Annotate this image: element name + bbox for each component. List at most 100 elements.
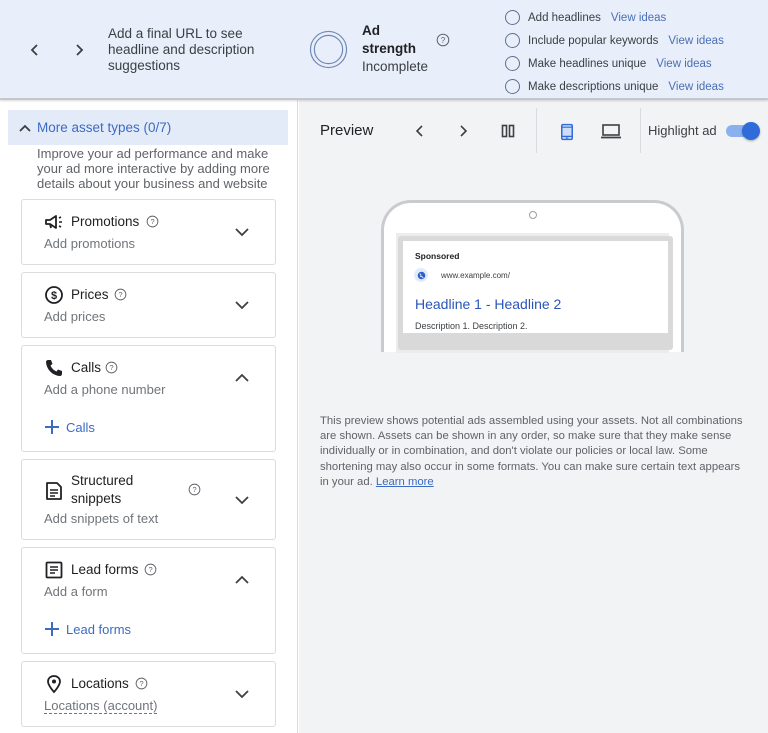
card-title: Structured snippets xyxy=(71,473,134,506)
locations-account-link[interactable]: Locations (account) xyxy=(44,698,158,714)
card-subtitle: Add a form xyxy=(44,584,108,599)
svg-text:?: ? xyxy=(192,485,196,494)
previous-suggestion-button[interactable] xyxy=(25,38,45,62)
help-icon[interactable]: ? xyxy=(436,33,450,47)
help-icon[interactable]: ? xyxy=(146,215,159,228)
asset-card-calls: Calls ? Add a phone number Calls xyxy=(21,345,276,452)
learn-more-link[interactable]: Learn more xyxy=(376,476,434,488)
asset-card-prices: $ Prices ? Add prices xyxy=(21,272,276,338)
document-icon xyxy=(46,482,62,500)
add-calls-button[interactable]: Calls xyxy=(43,418,95,436)
view-ideas-link[interactable]: View ideas xyxy=(656,58,711,70)
help-icon[interactable]: ? xyxy=(188,483,201,496)
chevron-up-icon[interactable] xyxy=(232,368,252,388)
checklist-item: Add headlines View ideas xyxy=(505,6,724,29)
chevron-left-icon xyxy=(415,125,423,137)
checklist-label: Make descriptions unique xyxy=(528,80,659,93)
phone-icon xyxy=(46,360,62,376)
form-icon xyxy=(45,561,63,579)
toggle-knob xyxy=(742,122,760,140)
help-icon[interactable]: ? xyxy=(144,563,157,576)
desktop-view-button[interactable] xyxy=(598,120,624,142)
checklist-item: Make headlines unique View ideas xyxy=(505,52,724,75)
ad-strength-bar: Add a final URL to see headline and desc… xyxy=(0,0,768,100)
chevron-down-icon[interactable] xyxy=(232,490,252,510)
columns-icon xyxy=(501,124,515,138)
card-title: Lead forms xyxy=(71,562,139,577)
checklist-label: Make headlines unique xyxy=(528,57,647,70)
next-preview-button[interactable] xyxy=(451,120,475,142)
ad-headline[interactable]: Headline 1 - Headline 2 xyxy=(415,296,561,312)
add-lead-forms-label: Lead forms xyxy=(66,621,132,637)
card-subtitle: Add prices xyxy=(44,309,106,324)
add-calls-label: Calls xyxy=(66,419,95,435)
preview-disclaimer: This preview shows potential ads assembl… xyxy=(320,414,750,490)
unchecked-circle-icon xyxy=(505,56,520,71)
plus-icon xyxy=(45,420,59,434)
ad-strength-status: Incomplete xyxy=(362,59,429,74)
help-icon[interactable]: ? xyxy=(135,677,148,690)
chevron-up-icon xyxy=(19,124,31,132)
ad-strength-title: Ad strength xyxy=(362,23,416,56)
ad-display-url: www.example.com/ xyxy=(441,271,510,280)
suggestion-message: Add a final URL to see headline and desc… xyxy=(108,26,255,73)
checklist-item: Make descriptions unique View ideas xyxy=(505,75,724,98)
help-icon[interactable]: ? xyxy=(105,361,118,374)
unchecked-circle-icon xyxy=(505,33,520,48)
ad-preview-card: Sponsored www.example.com/ Headline 1 - … xyxy=(403,241,668,333)
mobile-preview-frame: Sponsored www.example.com/ Headline 1 - … xyxy=(381,200,684,353)
chevron-down-icon[interactable] xyxy=(232,295,252,315)
view-ideas-link[interactable]: View ideas xyxy=(611,12,666,24)
globe-icon xyxy=(414,268,428,282)
megaphone-icon xyxy=(45,215,62,229)
asset-card-structured-snippets: Structured snippets ? Add snippets of te… xyxy=(21,459,276,540)
mobile-view-button[interactable] xyxy=(555,120,579,144)
card-subtitle: Add a phone number xyxy=(44,382,166,397)
checklist-label: Include popular keywords xyxy=(528,34,659,47)
svg-text:?: ? xyxy=(139,679,143,688)
preview-title: Preview xyxy=(320,122,374,139)
asset-types-intro: Improve your ad performance and make you… xyxy=(37,146,270,191)
mobile-phone-icon xyxy=(561,123,573,141)
highlight-ad-toggle[interactable] xyxy=(726,122,760,140)
compare-view-button[interactable] xyxy=(496,120,520,142)
location-pin-icon xyxy=(47,675,61,694)
svg-text:?: ? xyxy=(118,290,122,299)
ad-strength-checklist: Add headlines View ideas Include popular… xyxy=(505,6,724,98)
laptop-icon xyxy=(601,124,621,139)
view-ideas-link[interactable]: View ideas xyxy=(668,81,723,93)
next-suggestion-button[interactable] xyxy=(69,38,89,62)
phone-camera-icon xyxy=(529,211,537,219)
asset-card-locations: Locations ? Locations (account) xyxy=(21,661,276,727)
card-subtitle: Add snippets of text xyxy=(44,511,159,526)
svg-text:?: ? xyxy=(109,363,113,372)
checklist-label: Add headlines xyxy=(528,11,601,24)
svg-text:?: ? xyxy=(148,565,152,574)
highlight-ad-label: Highlight ad xyxy=(648,123,717,138)
previous-preview-button[interactable] xyxy=(408,120,432,142)
chevron-left-icon xyxy=(30,44,38,56)
preview-panel: Preview Highlight ad Sponsored www.examp… xyxy=(299,100,768,733)
more-asset-types-toggle[interactable]: More asset types (0/7) xyxy=(8,110,288,145)
chevron-down-icon[interactable] xyxy=(232,222,252,242)
card-title: Locations xyxy=(71,676,129,691)
view-ideas-link[interactable]: View ideas xyxy=(668,35,723,47)
more-asset-types-label: More asset types (0/7) xyxy=(37,120,172,135)
unchecked-circle-icon xyxy=(505,10,520,25)
chevron-up-icon[interactable] xyxy=(232,570,252,590)
dollar-circle-icon: $ xyxy=(45,286,63,304)
help-icon[interactable]: ? xyxy=(114,288,127,301)
chevron-right-icon xyxy=(76,44,84,56)
chevron-right-icon xyxy=(460,125,468,137)
card-title: Prices xyxy=(71,287,109,302)
card-title: Promotions xyxy=(71,214,140,229)
ad-strength-ring-icon xyxy=(309,30,348,69)
card-subtitle: Add promotions xyxy=(44,236,136,251)
chevron-down-icon[interactable] xyxy=(232,684,252,704)
svg-text:?: ? xyxy=(441,36,446,45)
unchecked-circle-icon xyxy=(505,79,520,94)
ad-description: Description 1. Description 2. xyxy=(415,321,528,331)
asset-types-panel: More asset types (0/7) Improve your ad p… xyxy=(0,100,298,733)
asset-card-lead-forms: Lead forms ? Add a form Lead forms xyxy=(21,547,276,654)
add-lead-forms-button[interactable]: Lead forms xyxy=(43,620,131,638)
